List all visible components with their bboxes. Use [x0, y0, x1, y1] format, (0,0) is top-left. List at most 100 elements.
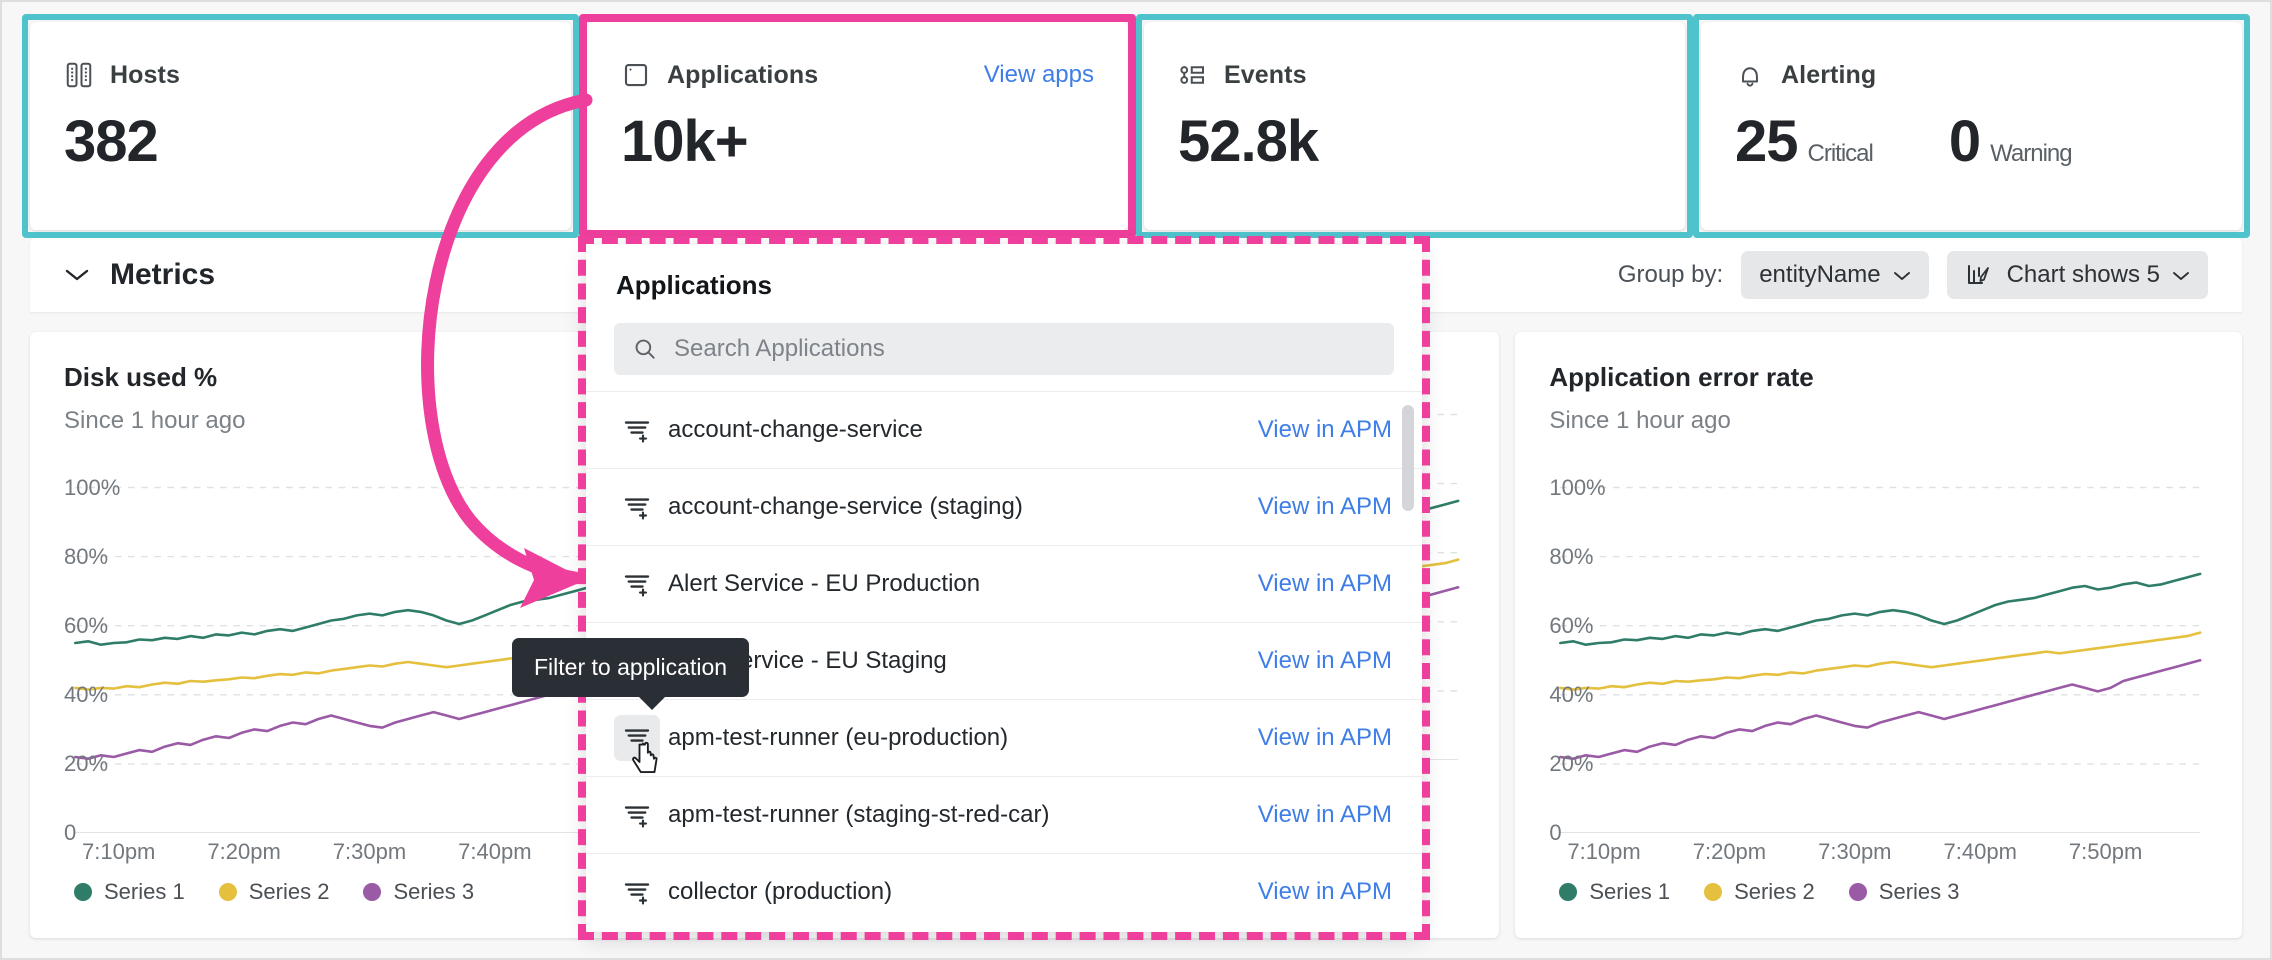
y-axis-tick: 100%: [64, 474, 121, 500]
legend-color-dot: [1559, 883, 1578, 901]
dashboard-screen: Hosts 382 Applications View apps 10k+ Ev…: [0, 0, 2272, 960]
summary-cards-row: Hosts 382 Applications View apps 10k+ Ev…: [22, 14, 2250, 238]
applications-dropdown-panel: Applications account-change-service View …: [586, 244, 1422, 932]
legend-label: Series 2: [1734, 879, 1815, 904]
view-in-apm-link[interactable]: View in APM: [1258, 416, 1392, 444]
line-chart-svg: [1549, 486, 2208, 833]
legend-color-dot: [363, 883, 382, 901]
card-value: 382: [64, 109, 159, 174]
summary-card-events[interactable]: Events 52.8k: [1136, 14, 1693, 238]
alert-stat-critical: 25 Critical: [1735, 109, 1874, 174]
summary-card-applications[interactable]: Applications View apps 10k+: [579, 14, 1136, 238]
filter-add-icon[interactable]: [614, 792, 660, 838]
chart-shows-select[interactable]: Chart shows 5: [1946, 251, 2208, 299]
y-axis-tick: 60%: [64, 612, 109, 638]
list-item[interactable]: collector (production) View in APM: [586, 853, 1422, 930]
x-axis-tick: 7:20pm: [1692, 839, 1767, 864]
y-axis-tick: 60%: [1549, 612, 1594, 638]
card-value: 25 Critical 0 Warning: [1735, 109, 2208, 174]
application-name: Alert Service - EU Production: [668, 570, 981, 597]
x-axis-tick: 7:20pm: [207, 839, 281, 864]
x-axis-tick: 7:50pm: [2068, 839, 2143, 864]
search-icon: [635, 339, 655, 359]
y-axis-tick: 20%: [1549, 750, 1594, 776]
view-apps-link[interactable]: View apps: [984, 61, 1094, 89]
metrics-collapse-toggle[interactable]: Metrics: [64, 258, 215, 292]
bell-icon: [1742, 67, 1758, 87]
y-axis-tick: 100%: [1549, 474, 1606, 500]
summary-card-alerting[interactable]: Alerting 25 Critical 0 Warning: [1693, 14, 2250, 238]
list-item[interactable]: apm-test-runner (staging-st-red-car) View…: [586, 776, 1422, 853]
card-header: Hosts: [64, 58, 537, 92]
y-axis-tick: 80%: [64, 543, 109, 569]
legend-item[interactable]: Series 3: [1848, 879, 1960, 905]
search-input[interactable]: [674, 335, 1376, 363]
application-name: collector (production): [668, 878, 893, 905]
warning-count: 0: [1948, 109, 1981, 174]
view-in-apm-link[interactable]: View in APM: [1258, 878, 1392, 906]
filter-add-icon[interactable]: [614, 715, 660, 761]
group-by-select[interactable]: entityName: [1741, 251, 1929, 299]
group-by-label: Group by:: [1617, 261, 1724, 288]
chevron-down-icon: [1893, 271, 1910, 280]
chart-subtitle: Since 1 hour ago: [1549, 407, 1731, 434]
critical-label: Critical: [1807, 140, 1874, 167]
legend-item[interactable]: Series 1: [74, 879, 185, 905]
card-value: 10k+: [621, 109, 749, 174]
legend-color-dot: [1704, 883, 1723, 901]
alert-stat-group: 25 Critical 0 Warning: [1735, 109, 2073, 174]
card-header: Applications View apps: [621, 58, 1094, 92]
view-in-apm-link[interactable]: View in APM: [1258, 493, 1392, 521]
legend-label: Series 3: [1878, 879, 1960, 904]
list-item[interactable]: account-change-service (staging) View in …: [586, 468, 1422, 545]
search-wrapper: [586, 301, 1422, 375]
metrics-controls: Group by: entityName Chart shows 5: [1618, 251, 2208, 299]
chart-legend: Series 1 Series 2 Series 3: [1549, 879, 2208, 905]
filter-add-icon[interactable]: [614, 561, 660, 607]
x-axis-tick: 7:30pm: [332, 839, 407, 864]
application-name: apm-test-runner (eu-production): [668, 724, 1009, 751]
search-box[interactable]: [614, 323, 1394, 375]
list-scrollbar[interactable]: [1402, 405, 1414, 511]
hosts-icon: [66, 62, 92, 88]
chevron-down-icon: [2173, 271, 2189, 280]
filter-add-icon[interactable]: [614, 869, 660, 915]
view-in-apm-link[interactable]: View in APM: [1258, 570, 1392, 598]
legend-item[interactable]: Series 3: [363, 879, 474, 905]
view-in-apm-link[interactable]: View in APM: [1258, 724, 1392, 752]
critical-count: 25: [1735, 109, 1799, 174]
legend-color-dot: [218, 883, 237, 901]
filter-add-icon[interactable]: [614, 484, 660, 530]
summary-card-hosts[interactable]: Hosts 382: [22, 14, 579, 238]
card-header: Alerting: [1735, 58, 2208, 92]
list-item[interactable]: Alert Service - EU Production View in APM: [586, 545, 1422, 622]
filter-tooltip: Filter to application: [512, 638, 750, 710]
card-title: Hosts: [110, 60, 180, 89]
view-in-apm-link[interactable]: View in APM: [1258, 647, 1392, 675]
list-item[interactable]: account-change-service View in APM: [586, 391, 1422, 468]
y-axis-tick: 40%: [64, 681, 109, 707]
card-title: Events: [1224, 60, 1307, 89]
legend-item[interactable]: Series 2: [1704, 879, 1815, 905]
events-icon: [1180, 66, 1204, 84]
legend-item[interactable]: Series 1: [1559, 879, 1670, 905]
card-value: 52.8k: [1178, 109, 1319, 174]
applications-icon: [624, 63, 648, 87]
legend-label: Series 1: [1589, 879, 1671, 904]
chart-plot-area: 0 20% 40% 60% 80% 100%: [1549, 453, 2208, 845]
view-in-apm-link[interactable]: View in APM: [1258, 801, 1392, 829]
application-name: account-change-service: [668, 416, 923, 443]
x-axis-tick: 7:30pm: [1818, 839, 1892, 864]
card-header: Events: [1178, 58, 1651, 92]
filter-add-icon[interactable]: [614, 407, 660, 453]
x-axis-tick: 7:40pm: [1943, 839, 2017, 864]
legend-item[interactable]: Series 2: [218, 879, 329, 905]
y-axis-tick: 80%: [1549, 543, 1594, 569]
chart-card-error-rate: Application error rate Since 1 hour ago …: [1515, 332, 2243, 938]
alert-stat-warning: 0 Warning: [1948, 109, 2073, 174]
warning-label: Warning: [1990, 140, 2072, 167]
dropdown-title: Applications: [616, 270, 773, 300]
list-item[interactable]: apm-test-runner (eu-production) View in A…: [586, 699, 1422, 776]
application-name: account-change-service (staging): [668, 493, 1023, 520]
y-axis-tick: 20%: [64, 750, 109, 776]
